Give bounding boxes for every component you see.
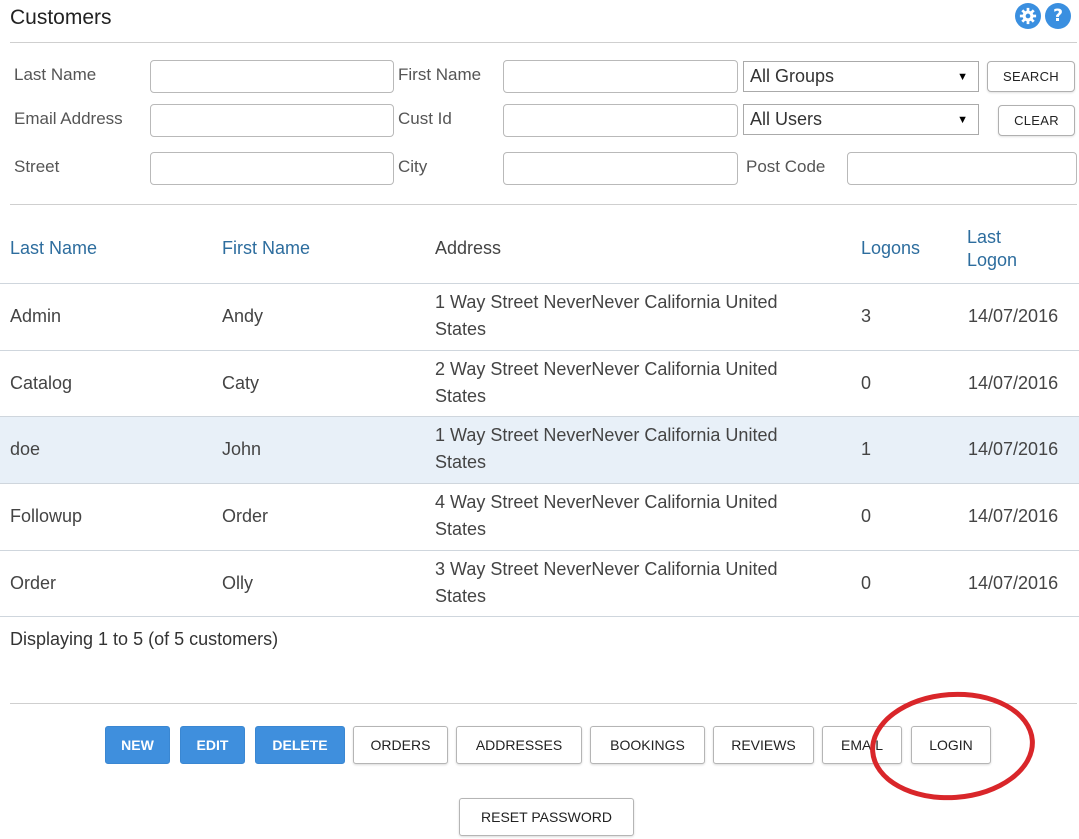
chevron-down-icon: ▼ bbox=[957, 71, 968, 83]
cell-address-line1: 1 Way Street NeverNever California Unite… bbox=[435, 425, 778, 445]
page-title: Customers bbox=[10, 6, 112, 29]
cell-address-line2: States bbox=[435, 452, 487, 472]
addresses-button[interactable]: ADDRESSES bbox=[456, 726, 582, 764]
cell-last-name: doe bbox=[10, 439, 41, 459]
orders-button[interactable]: ORDERS bbox=[353, 726, 448, 764]
bookings-button[interactable]: BOOKINGS bbox=[590, 726, 705, 764]
cell-address-line2: States bbox=[435, 386, 487, 406]
table-row-selected[interactable]: doe John 1 Way Street NeverNever Califor… bbox=[0, 417, 1079, 484]
column-header-last-logon[interactable]: Last Logon bbox=[967, 226, 1017, 272]
cell-address: 2 Way Street NeverNever California Unite… bbox=[435, 356, 830, 410]
table-row[interactable]: Admin Andy 1 Way Street NeverNever Calif… bbox=[0, 284, 1079, 351]
new-button[interactable]: NEW bbox=[105, 726, 170, 764]
cell-address-line2: States bbox=[435, 319, 487, 339]
email-field[interactable] bbox=[150, 104, 394, 137]
user-select-value: All Users bbox=[750, 109, 823, 129]
column-header-address: Address bbox=[435, 238, 502, 258]
cell-last-name: Followup bbox=[10, 506, 83, 526]
cell-last-logon: 14/07/2016 bbox=[968, 306, 1059, 326]
header-icons: ? bbox=[1015, 3, 1071, 29]
cell-last-name: Order bbox=[10, 573, 57, 593]
cell-logons: 0 bbox=[861, 573, 872, 593]
cust-id-field[interactable] bbox=[503, 104, 738, 137]
cell-first-name: Olly bbox=[222, 573, 253, 593]
pagination-summary: Displaying 1 to 5 (of 5 customers) bbox=[10, 629, 279, 649]
last-name-label: Last Name bbox=[14, 65, 97, 84]
delete-button[interactable]: DELETE bbox=[255, 726, 345, 764]
post-code-label: Post Code bbox=[746, 157, 826, 176]
street-label: Street bbox=[14, 157, 60, 176]
gear-icon[interactable] bbox=[1015, 3, 1041, 29]
column-header-last-logon-line2: Logon bbox=[967, 250, 1018, 270]
cell-address-line2: States bbox=[435, 586, 487, 606]
cell-logons: 3 bbox=[861, 306, 872, 326]
user-select[interactable]: All Users ▼ bbox=[743, 104, 979, 135]
first-name-label: First Name bbox=[398, 65, 482, 84]
column-header-logons[interactable]: Logons bbox=[861, 237, 920, 260]
cell-first-name: John bbox=[222, 439, 262, 459]
cell-address: 3 Way Street NeverNever California Unite… bbox=[435, 556, 830, 610]
cell-first-name: Order bbox=[222, 506, 269, 526]
column-header-last-name[interactable]: Last Name bbox=[10, 237, 97, 260]
cell-logons: 1 bbox=[861, 439, 872, 459]
edit-button[interactable]: EDIT bbox=[180, 726, 245, 764]
cell-last-logon: 14/07/2016 bbox=[968, 373, 1059, 393]
cell-address-line1: 3 Way Street NeverNever California Unite… bbox=[435, 559, 778, 579]
email-label: Email Address bbox=[14, 109, 123, 128]
cust-id-label: Cust Id bbox=[398, 109, 452, 128]
column-header-first-name[interactable]: First Name bbox=[222, 237, 310, 260]
cell-last-logon: 14/07/2016 bbox=[968, 439, 1059, 459]
cell-last-logon: 14/07/2016 bbox=[968, 573, 1059, 593]
email-button[interactable]: EMAIL bbox=[822, 726, 902, 764]
cell-logons: 0 bbox=[861, 506, 872, 526]
chevron-down-icon: ▼ bbox=[957, 114, 968, 126]
cell-last-name: Catalog bbox=[10, 373, 73, 393]
cell-address: 1 Way Street NeverNever California Unite… bbox=[435, 289, 830, 343]
column-header-last-logon-line1: Last bbox=[967, 227, 1002, 247]
city-label: City bbox=[398, 157, 428, 176]
cell-address: 1 Way Street NeverNever California Unite… bbox=[435, 422, 830, 476]
table-row[interactable]: Catalog Caty 2 Way Street NeverNever Cal… bbox=[0, 351, 1079, 418]
reviews-button[interactable]: REVIEWS bbox=[713, 726, 814, 764]
city-field[interactable] bbox=[503, 152, 738, 185]
cell-last-logon: 14/07/2016 bbox=[968, 506, 1059, 526]
first-name-field[interactable] bbox=[503, 60, 738, 93]
login-button[interactable]: LOGIN bbox=[911, 726, 991, 764]
table-row[interactable]: Order Olly 3 Way Street NeverNever Calif… bbox=[0, 551, 1079, 618]
search-button[interactable]: SEARCH bbox=[987, 61, 1075, 92]
last-name-field[interactable] bbox=[150, 60, 394, 93]
help-icon[interactable]: ? bbox=[1045, 3, 1071, 29]
cell-address-line1: 2 Way Street NeverNever California Unite… bbox=[435, 359, 778, 379]
actions-divider bbox=[10, 703, 1077, 704]
row-divider bbox=[0, 616, 1079, 617]
post-code-field[interactable] bbox=[847, 152, 1077, 185]
filter-divider bbox=[10, 204, 1077, 205]
cell-address-line1: 4 Way Street NeverNever California Unite… bbox=[435, 492, 778, 512]
group-select[interactable]: All Groups ▼ bbox=[743, 61, 979, 92]
clear-button[interactable]: CLEAR bbox=[998, 105, 1075, 136]
header-divider bbox=[10, 42, 1077, 43]
table-row[interactable]: Followup Order 4 Way Street NeverNever C… bbox=[0, 484, 1079, 551]
street-field[interactable] bbox=[150, 152, 394, 185]
cell-last-name: Admin bbox=[10, 306, 62, 326]
cell-logons: 0 bbox=[861, 373, 872, 393]
cell-first-name: Caty bbox=[222, 373, 260, 393]
cell-address-line1: 1 Way Street NeverNever California Unite… bbox=[435, 292, 778, 312]
cell-first-name: Andy bbox=[222, 306, 264, 326]
cell-address-line2: States bbox=[435, 519, 487, 539]
reset-password-button[interactable]: RESET PASSWORD bbox=[459, 798, 634, 836]
cell-address: 4 Way Street NeverNever California Unite… bbox=[435, 489, 830, 543]
group-select-value: All Groups bbox=[750, 66, 835, 86]
